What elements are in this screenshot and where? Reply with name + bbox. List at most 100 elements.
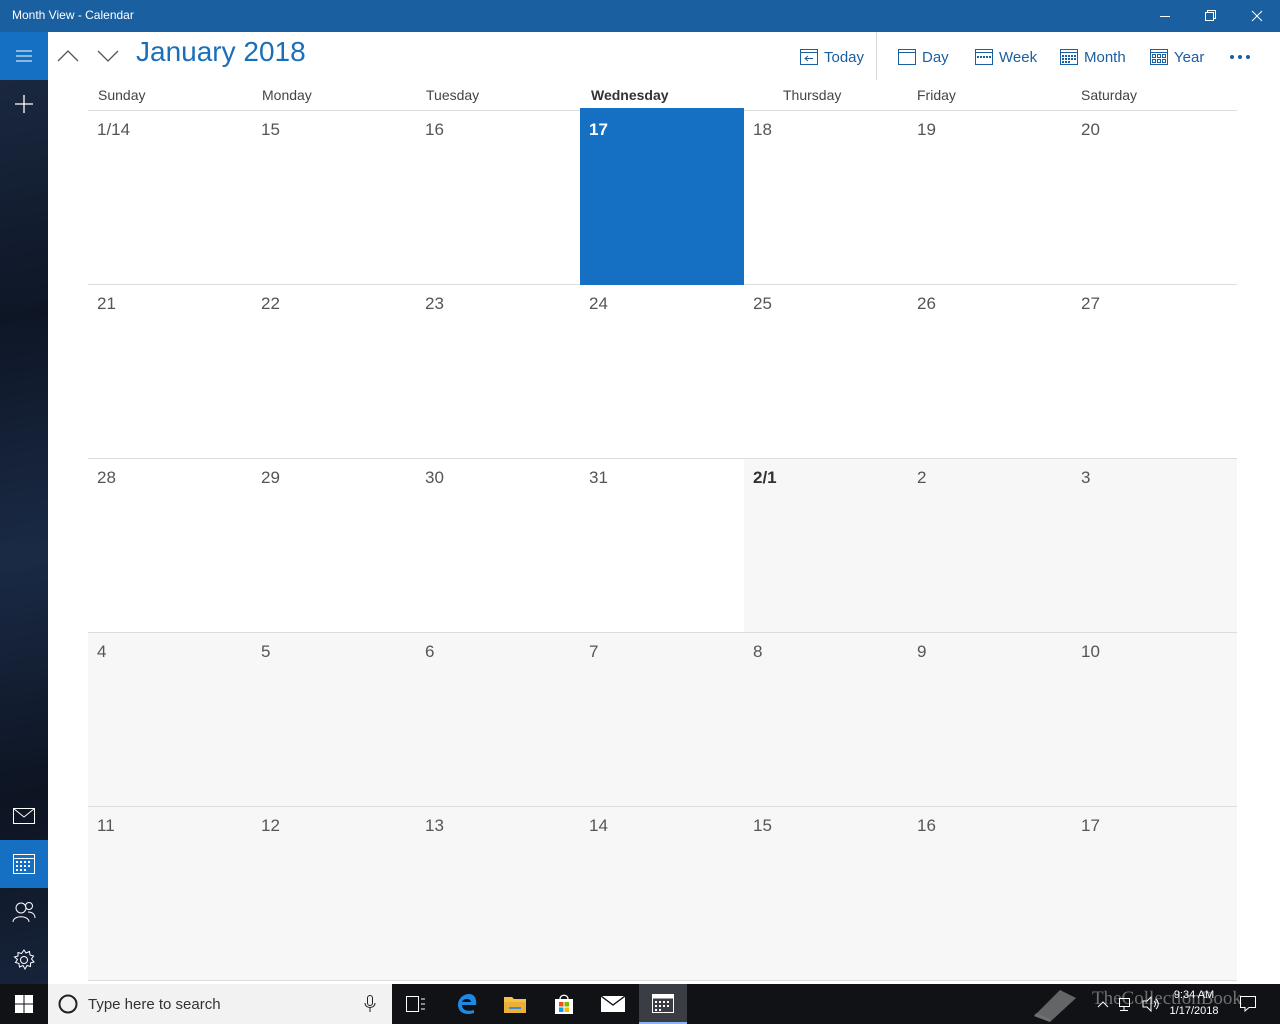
day-number: 22 bbox=[261, 294, 280, 313]
day-number: 2 bbox=[917, 468, 927, 487]
new-event-button[interactable] bbox=[0, 80, 48, 128]
year-view-button[interactable]: Year bbox=[1150, 44, 1204, 70]
day-cell[interactable]: 6 bbox=[416, 633, 580, 807]
day-cell[interactable]: 15 bbox=[252, 108, 416, 285]
notification-icon bbox=[1240, 996, 1256, 1012]
calendar-app-icon bbox=[652, 994, 674, 1013]
day-cell[interactable]: 30 bbox=[416, 459, 580, 633]
day-number: 24 bbox=[589, 294, 608, 313]
clock-time: 9:34 AM bbox=[1173, 989, 1215, 1001]
settings-button[interactable] bbox=[0, 936, 48, 984]
action-center-button[interactable] bbox=[1234, 984, 1262, 1024]
navigation-rail bbox=[0, 32, 48, 984]
day-cell[interactable]: 21 bbox=[88, 285, 252, 459]
day-cell[interactable]: 3 bbox=[1072, 459, 1237, 633]
day-cell[interactable]: 31 bbox=[580, 459, 744, 633]
day-cell[interactable]: 27 bbox=[1072, 285, 1237, 459]
plus-icon bbox=[15, 95, 33, 113]
network-button[interactable] bbox=[1116, 984, 1138, 1024]
store-button[interactable] bbox=[540, 984, 588, 1024]
day-number: 23 bbox=[425, 294, 444, 313]
month-view-button[interactable]: Month bbox=[1060, 44, 1126, 70]
day-cell[interactable]: 14 bbox=[580, 807, 744, 981]
system-clock[interactable]: 9:34 AM 1/17/2018 bbox=[1160, 987, 1228, 1019]
day-cell[interactable]: 13 bbox=[416, 807, 580, 981]
chevron-down-icon bbox=[97, 50, 119, 62]
day-number: 9 bbox=[917, 642, 927, 661]
people-button[interactable] bbox=[0, 888, 48, 936]
chevron-up-tray-icon bbox=[1097, 1001, 1109, 1008]
day-number: 31 bbox=[589, 468, 608, 487]
day-of-week-friday: Friday bbox=[917, 87, 956, 103]
day-cell[interactable]: 28 bbox=[88, 459, 252, 633]
mail-icon bbox=[13, 808, 35, 824]
day-number: 19 bbox=[917, 120, 936, 139]
day-number: 7 bbox=[589, 642, 599, 661]
restore-button[interactable] bbox=[1188, 0, 1234, 32]
day-cell[interactable]: 29 bbox=[252, 459, 416, 633]
day-number: 1/14 bbox=[97, 120, 131, 139]
day-cell[interactable]: 17 bbox=[1072, 807, 1237, 981]
day-number: 17 bbox=[589, 120, 608, 139]
day-cell[interactable]: 15 bbox=[744, 807, 908, 981]
day-cell[interactable]: 26 bbox=[908, 285, 1072, 459]
file-explorer-button[interactable] bbox=[491, 984, 539, 1024]
day-cell[interactable]: 8 bbox=[744, 633, 908, 807]
hamburger-icon bbox=[16, 50, 32, 62]
day-number: 20 bbox=[1081, 120, 1100, 139]
day-cell-today[interactable]: 17 bbox=[580, 108, 744, 285]
chevron-up-icon bbox=[57, 50, 79, 62]
month-title[interactable]: January 2018 bbox=[136, 36, 306, 68]
day-cell[interactable]: 7 bbox=[580, 633, 744, 807]
day-number: 3 bbox=[1081, 468, 1091, 487]
start-button[interactable] bbox=[0, 984, 48, 1024]
show-hidden-icons-button[interactable] bbox=[1092, 984, 1114, 1024]
today-label: Today bbox=[824, 48, 865, 66]
calendar-app-button[interactable] bbox=[639, 984, 687, 1024]
ellipsis-icon bbox=[1230, 55, 1250, 59]
day-number: 21 bbox=[97, 294, 116, 313]
day-cell[interactable]: 5 bbox=[252, 633, 416, 807]
day-cell[interactable]: 20 bbox=[1072, 108, 1237, 285]
clock-date: 1/17/2018 bbox=[1169, 1005, 1219, 1017]
day-cell[interactable]: 18 bbox=[744, 108, 908, 285]
more-options-button[interactable] bbox=[1226, 44, 1254, 70]
close-button[interactable] bbox=[1234, 0, 1280, 32]
day-cell[interactable]: 23 bbox=[416, 285, 580, 459]
day-number: 30 bbox=[425, 468, 444, 487]
day-cell[interactable]: 2/1 bbox=[744, 459, 908, 633]
day-cell[interactable]: 1/14 bbox=[88, 108, 252, 285]
day-cell[interactable]: 2 bbox=[908, 459, 1072, 633]
calendar-button[interactable] bbox=[0, 840, 48, 888]
day-cell[interactable]: 16 bbox=[908, 807, 1072, 981]
day-number: 14 bbox=[589, 816, 608, 835]
day-cell[interactable]: 16 bbox=[416, 108, 580, 285]
day-view-button[interactable]: Day bbox=[898, 44, 949, 70]
mail-app-button[interactable] bbox=[589, 984, 637, 1024]
minimize-button[interactable] bbox=[1142, 0, 1188, 32]
taskbar-search-box[interactable]: Type here to search bbox=[48, 984, 392, 1024]
book-logo-icon bbox=[1034, 990, 1076, 1022]
next-month-button[interactable] bbox=[92, 40, 124, 72]
hamburger-menu-button[interactable] bbox=[0, 32, 48, 80]
speaker-icon bbox=[1142, 996, 1159, 1012]
task-view-button[interactable] bbox=[392, 984, 440, 1024]
volume-button[interactable] bbox=[1140, 984, 1162, 1024]
today-button[interactable]: Today bbox=[800, 44, 864, 70]
day-cell[interactable]: 11 bbox=[88, 807, 252, 981]
previous-month-button[interactable] bbox=[52, 40, 84, 72]
day-number: 28 bbox=[97, 468, 116, 487]
mail-button[interactable] bbox=[0, 792, 48, 840]
day-cell[interactable]: 25 bbox=[744, 285, 908, 459]
day-cell[interactable]: 4 bbox=[88, 633, 252, 807]
day-cell[interactable]: 19 bbox=[908, 108, 1072, 285]
mail-app-icon bbox=[601, 996, 625, 1012]
day-cell[interactable]: 9 bbox=[908, 633, 1072, 807]
edge-browser-button[interactable] bbox=[443, 984, 491, 1024]
day-cell[interactable]: 10 bbox=[1072, 633, 1237, 807]
day-cell[interactable]: 22 bbox=[252, 285, 416, 459]
day-number: 18 bbox=[753, 120, 772, 139]
day-cell[interactable]: 24 bbox=[580, 285, 744, 459]
week-view-button[interactable]: Week bbox=[975, 44, 1037, 70]
day-cell[interactable]: 12 bbox=[252, 807, 416, 981]
